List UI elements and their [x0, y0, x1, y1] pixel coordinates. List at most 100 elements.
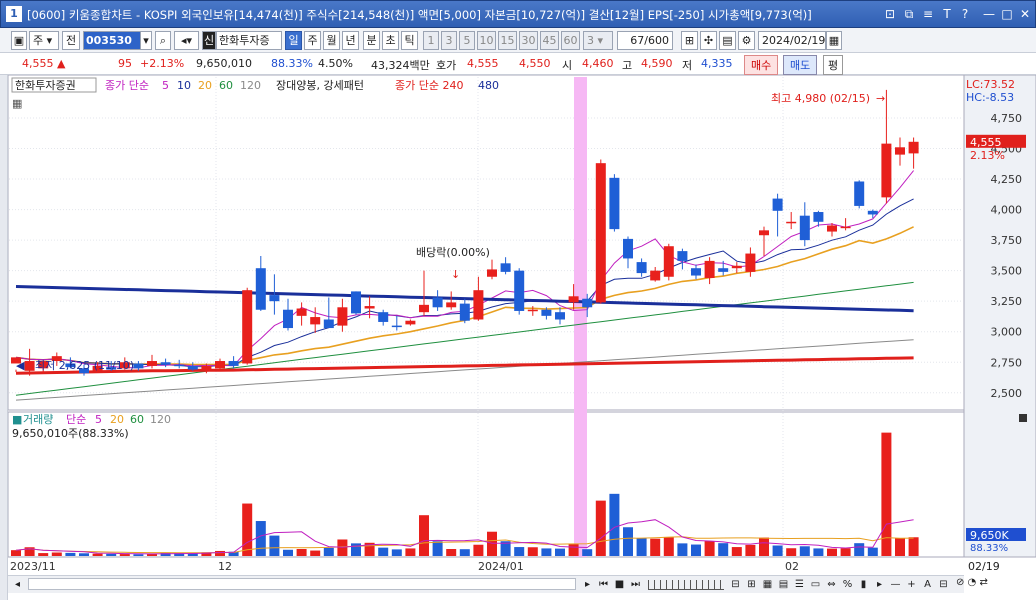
- compare-icon[interactable]: ⊟: [728, 577, 743, 592]
- layout-icon[interactable]: ▣: [11, 31, 27, 50]
- low-annotation: 최저 2,625 (11/10): [35, 359, 134, 372]
- current-price: 4,555 ▲: [22, 57, 66, 70]
- interval-3[interactable]: 3: [441, 31, 457, 50]
- text-icon[interactable]: T: [939, 6, 955, 22]
- scroll-left-icon[interactable]: ◂: [10, 577, 25, 592]
- prev-button[interactable]: 전: [62, 31, 80, 50]
- volume-panel-close-icon[interactable]: [1019, 414, 1027, 422]
- settings-icon[interactable]: ⚙: [738, 31, 755, 50]
- pin-icon[interactable]: ≡: [920, 6, 936, 22]
- chart-scrollbar[interactable]: ◂ ▸ ⏮ ■ ⏭ ⊟ ⊞ ▦ ▤ ☰ ▭ ⇔ % ▮ ▸ — + A ⊟ ⊘ …: [8, 575, 988, 593]
- split-icon[interactable]: ⊞: [744, 577, 759, 592]
- interval-10[interactable]: 10: [477, 31, 496, 50]
- legend-ma-480: 480: [478, 79, 499, 92]
- high-annotation: 최고 4,980 (02/15): [771, 92, 870, 105]
- volume-value: 9,650,010: [196, 57, 252, 70]
- turnover-rate: 4.50%: [318, 57, 353, 70]
- auto-scale-icon[interactable]: A: [920, 577, 935, 592]
- volume-ma-120: 120: [150, 413, 171, 426]
- restore-layout-icon[interactable]: ⧉: [901, 6, 917, 22]
- help-icon[interactable]: ?: [957, 6, 973, 22]
- save-icon[interactable]: ▤: [719, 31, 736, 50]
- chart-tool-icon[interactable]: ⊞: [681, 31, 698, 50]
- bar-icon[interactable]: ▮: [856, 577, 871, 592]
- misc-icons[interactable]: ⊘ ◔ ⇄: [956, 577, 1026, 592]
- interval-5[interactable]: 5: [459, 31, 475, 50]
- maximize-button[interactable]: □: [999, 6, 1015, 22]
- window-title: [0600] 키움종합차트 - KOSPI 외국인보유[14,474(천)] 주…: [27, 8, 812, 22]
- candle-body: [24, 361, 35, 371]
- trade-amount: 43,324백만: [371, 59, 430, 72]
- volume-bar: [446, 549, 457, 556]
- candle-body: [677, 251, 688, 261]
- calendar-icon[interactable]: ▦: [826, 31, 842, 50]
- minimize-button[interactable]: —: [981, 6, 997, 22]
- close-button[interactable]: ✕: [1017, 6, 1033, 22]
- line-icon[interactable]: ▭: [808, 577, 823, 592]
- grid-icon[interactable]: ▦: [760, 577, 775, 592]
- eval-button[interactable]: 평: [823, 55, 844, 75]
- code-dropdown-icon[interactable]: ▾: [140, 31, 152, 50]
- type-select[interactable]: 주 ▾: [29, 31, 59, 50]
- forward-icon[interactable]: ⏭: [628, 577, 643, 592]
- scroll-right-icon[interactable]: ▸: [872, 577, 887, 592]
- interval-60[interactable]: 60: [561, 31, 580, 50]
- legend-ma-5: 5: [162, 79, 169, 92]
- rewind-icon[interactable]: ⏮: [596, 577, 611, 592]
- volume-current-pct: 88.33%: [970, 543, 1008, 554]
- interval-45[interactable]: 45: [540, 31, 559, 50]
- stock-code-input[interactable]: 003530: [83, 31, 141, 50]
- percent-icon[interactable]: %: [840, 577, 855, 592]
- volume-bar: [895, 538, 905, 556]
- candle-body: [650, 270, 661, 281]
- grid-toggle-icon[interactable]: ▦: [12, 97, 22, 110]
- chart-type-icon[interactable]: ▤: [776, 577, 791, 592]
- app-icon[interactable]: 1: [6, 6, 22, 22]
- candle-body: [337, 307, 348, 326]
- volume-bar: [799, 546, 810, 556]
- period-week-tab[interactable]: 주: [304, 31, 321, 50]
- period-tick-tab[interactable]: 틱: [401, 31, 418, 50]
- volume-bar: [473, 544, 484, 556]
- chart-area[interactable]: 4,750 4,500 4,250 4,000 3,750 3,500 3,250 3,000…: [7, 74, 1036, 600]
- period-second-tab[interactable]: 초: [382, 31, 399, 50]
- date-input[interactable]: 2024/02/19: [758, 31, 826, 50]
- volume-bar: [242, 503, 253, 556]
- count-select[interactable]: 3 ▾: [583, 31, 613, 50]
- speaker-icon[interactable]: ◂▾: [174, 31, 199, 50]
- list-icon[interactable]: ☰: [792, 577, 807, 592]
- sell-button[interactable]: 매도: [783, 55, 818, 75]
- search-icon[interactable]: ⌕: [155, 31, 171, 50]
- interval-30[interactable]: 30: [519, 31, 538, 50]
- candle-body: [623, 238, 633, 259]
- period-day-tab[interactable]: 일: [285, 31, 302, 50]
- view-count-input[interactable]: 67/600: [617, 31, 673, 50]
- period-month-tab[interactable]: 월: [323, 31, 340, 50]
- x-axis-label: 2023/11: [10, 560, 56, 573]
- candle-body: [201, 365, 212, 370]
- scroll-track[interactable]: [28, 578, 576, 590]
- zoom-slider[interactable]: [648, 580, 724, 590]
- interval-1[interactable]: 1: [423, 31, 439, 50]
- type-select-value: 주: [33, 34, 44, 47]
- dividend-arrow-icon: ↓: [451, 268, 460, 281]
- stop-icon[interactable]: ■: [612, 577, 627, 592]
- buy-button[interactable]: 매수: [744, 55, 779, 75]
- candle-body: [799, 215, 810, 241]
- interval-15[interactable]: 15: [498, 31, 517, 50]
- play-icon[interactable]: ▸: [580, 577, 595, 592]
- drag-icon[interactable]: ⇔: [824, 577, 839, 592]
- candle-body: [908, 141, 919, 154]
- crosshair-icon[interactable]: ✣: [700, 31, 717, 50]
- link-icon[interactable]: ⊡: [882, 6, 898, 22]
- period-minute-tab[interactable]: 분: [363, 31, 380, 50]
- fit-icon[interactable]: ⊟: [936, 577, 951, 592]
- period-year-tab[interactable]: 년: [342, 31, 359, 50]
- price-tick-label: 4,750: [991, 112, 1023, 125]
- candle-body: [405, 320, 416, 325]
- broker-name-field: 한화투자증: [216, 31, 282, 50]
- zoom-in-icon[interactable]: +: [904, 577, 919, 592]
- volume-bar: [813, 548, 824, 556]
- ask-label: 호가: [436, 59, 457, 72]
- zoom-out-icon[interactable]: —: [888, 577, 903, 592]
